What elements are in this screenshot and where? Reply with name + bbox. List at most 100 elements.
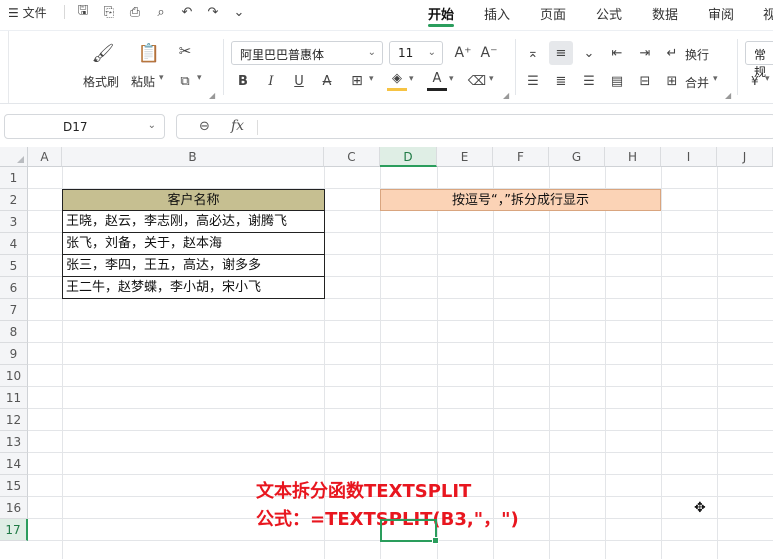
spreadsheet-grid[interactable]: A B C D E F G H I J 1 2 3 4 5 6 7 8 9 10…: [0, 147, 773, 559]
strikethrough-icon[interactable]: A: [317, 71, 337, 91]
print-icon[interactable]: ⎙: [126, 3, 144, 21]
fill-chevron-icon[interactable]: ▾: [409, 74, 414, 84]
underline-icon[interactable]: U: [289, 71, 309, 91]
format-painter-icon[interactable]: 🖌: [91, 41, 115, 65]
copy-chevron-icon[interactable]: ▾: [197, 73, 202, 83]
tab-view[interactable]: 视: [763, 4, 773, 23]
font-launcher-icon[interactable]: ◢: [503, 91, 509, 100]
row-header-8[interactable]: 8: [0, 321, 28, 343]
table-row[interactable]: 张三，李四，王五，高达，谢多多: [62, 255, 325, 277]
increase-font-icon[interactable]: A⁺: [453, 43, 473, 63]
column-header-e[interactable]: E: [437, 147, 493, 167]
alignment-launcher-icon[interactable]: ◢: [725, 91, 731, 100]
copy-icon[interactable]: ⧉: [175, 71, 195, 91]
row-header-1[interactable]: 1: [0, 167, 28, 189]
row-header-5[interactable]: 5: [0, 255, 28, 277]
row-header-12[interactable]: 12: [0, 409, 28, 431]
italic-icon[interactable]: I: [261, 71, 281, 91]
column-header-i[interactable]: I: [661, 147, 717, 167]
table-row[interactable]: 王二牛，赵梦蝶，李小胡，宋小飞: [62, 277, 325, 299]
column-header-h[interactable]: H: [605, 147, 661, 167]
zoom-icon[interactable]: ⊖: [199, 119, 210, 134]
cut-icon[interactable]: ✂: [175, 41, 195, 61]
column-header-d[interactable]: D: [380, 147, 437, 167]
row-header-15[interactable]: 15: [0, 475, 28, 497]
chevron-down-icon[interactable]: ⌄: [230, 3, 248, 21]
align-center-icon[interactable]: ≣: [551, 71, 571, 91]
fill-color-icon[interactable]: ◈: [387, 69, 407, 91]
format-painter-label[interactable]: 格式刷: [83, 73, 119, 90]
align-left-icon[interactable]: ☰: [523, 71, 543, 91]
name-box[interactable]: D17 ⌄: [4, 114, 165, 139]
column-header-b[interactable]: B: [62, 147, 324, 167]
increase-indent-icon[interactable]: ⇥: [635, 43, 655, 63]
save-icon[interactable]: 🖫: [74, 3, 92, 21]
merge-label[interactable]: 合并: [685, 74, 709, 91]
split-label-cell[interactable]: 按逗号“，”拆分成行显示: [380, 189, 661, 211]
distributed-icon[interactable]: ⊟: [635, 71, 655, 91]
currency-icon[interactable]: ¥: [751, 74, 759, 88]
row-header-10[interactable]: 10: [0, 365, 28, 387]
row-header-17[interactable]: 17: [0, 519, 28, 541]
row-header-7[interactable]: 7: [0, 299, 28, 321]
tab-review[interactable]: 审阅: [708, 4, 734, 23]
export-icon[interactable]: ⎘: [100, 3, 118, 21]
row-header-13[interactable]: 13: [0, 431, 28, 453]
justify-icon[interactable]: ▤: [607, 71, 627, 91]
fx-icon[interactable]: fx: [231, 118, 244, 134]
clear-chevron-icon[interactable]: ▾: [489, 74, 494, 84]
table-row[interactable]: 王晓，赵云，李志刚，高必达，谢腾飞: [62, 211, 325, 233]
font-color-icon[interactable]: A: [427, 69, 447, 91]
font-size-select[interactable]: 11 ⌄: [389, 41, 443, 65]
table-header-cell[interactable]: 客户名称: [62, 189, 325, 211]
font-name-select[interactable]: 阿里巴巴普惠体 ⌄: [231, 41, 383, 65]
row-header-4[interactable]: 4: [0, 233, 28, 255]
align-bottom-icon[interactable]: ⌄: [579, 43, 599, 63]
paste-icon[interactable]: 📋: [137, 41, 161, 65]
select-all-corner[interactable]: [0, 147, 28, 167]
undo-icon[interactable]: ↶: [178, 3, 196, 21]
decrease-indent-icon[interactable]: ⇤: [607, 43, 627, 63]
merge-icon[interactable]: ⊞: [663, 71, 681, 91]
column-header-j[interactable]: J: [717, 147, 773, 167]
align-top-icon[interactable]: ⌅: [523, 43, 543, 63]
table-row[interactable]: 张飞，刘备，关于，赵本海: [62, 233, 325, 255]
column-header-a[interactable]: A: [28, 147, 62, 167]
row-header-2[interactable]: 2: [0, 189, 28, 211]
paste-label[interactable]: 粘贴: [131, 73, 155, 90]
print-preview-icon[interactable]: ⌕: [152, 3, 170, 21]
row-header-11[interactable]: 11: [0, 387, 28, 409]
tab-data[interactable]: 数据: [652, 4, 678, 23]
tab-formula[interactable]: 公式: [596, 4, 622, 23]
row-header-6[interactable]: 6: [0, 277, 28, 299]
align-right-icon[interactable]: ☰: [579, 71, 599, 91]
currency-chevron-icon[interactable]: ▾: [765, 74, 770, 84]
font-color-chevron-icon[interactable]: ▾: [449, 74, 454, 84]
bold-icon[interactable]: B: [233, 71, 253, 91]
tab-insert[interactable]: 插入: [484, 4, 510, 23]
paste-chevron-icon[interactable]: ▾: [159, 73, 164, 83]
active-cell-d17[interactable]: [380, 519, 439, 544]
tab-page[interactable]: 页面: [540, 4, 566, 23]
row-header-9[interactable]: 9: [0, 343, 28, 365]
row-header-3[interactable]: 3: [0, 211, 28, 233]
wrap-text-label[interactable]: 换行: [685, 46, 709, 63]
clear-format-icon[interactable]: ⌫: [467, 71, 487, 91]
row-header-14[interactable]: 14: [0, 453, 28, 475]
tab-home[interactable]: 开始: [428, 4, 454, 23]
clipboard-launcher-icon[interactable]: ◢: [209, 91, 215, 100]
decrease-font-icon[interactable]: A⁻: [479, 43, 499, 63]
merge-chevron-icon[interactable]: ▾: [713, 74, 718, 84]
wrap-text-icon[interactable]: ↵: [663, 43, 681, 63]
align-middle-icon[interactable]: ≡: [549, 41, 573, 65]
file-menu[interactable]: ☰ 文件: [8, 4, 47, 21]
number-format-select[interactable]: 常规: [745, 41, 773, 79]
redo-icon[interactable]: ↷: [204, 3, 222, 21]
border-chevron-icon[interactable]: ▾: [369, 74, 374, 84]
border-icon[interactable]: ⊞: [347, 71, 367, 91]
row-header-16[interactable]: 16: [0, 497, 28, 519]
column-header-c[interactable]: C: [324, 147, 380, 167]
column-header-g[interactable]: G: [549, 147, 605, 167]
formula-input[interactable]: ⊖ fx: [176, 114, 773, 139]
column-header-f[interactable]: F: [493, 147, 549, 167]
